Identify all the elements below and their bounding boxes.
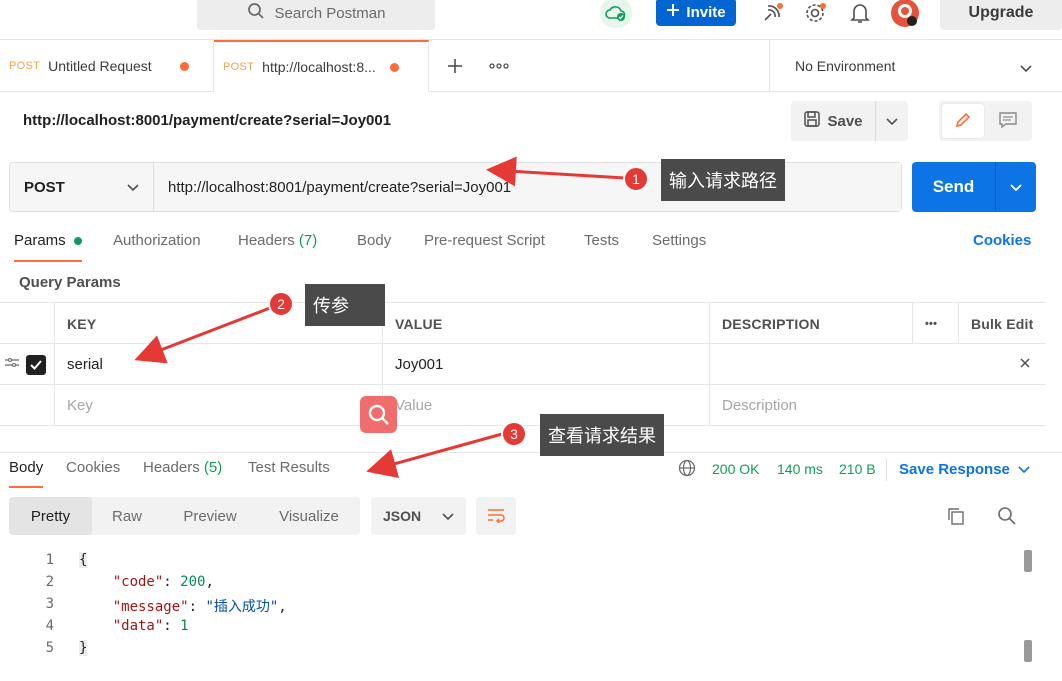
annotation-number-1: 1 xyxy=(623,166,649,192)
annotation-number-2: 2 xyxy=(268,291,294,317)
annotation-arrow-3 xyxy=(366,432,503,479)
annotation-number-3: 3 xyxy=(501,421,527,447)
annotation-label-3: 查看请求结果 xyxy=(540,414,664,456)
annotation-arrows xyxy=(134,156,626,479)
annotation-arrow-1 xyxy=(486,156,626,187)
annotation-label-1: 输入请求路径 xyxy=(661,159,785,201)
annotation-label-2: 传参 xyxy=(305,284,385,326)
annotation-arrow-2 xyxy=(134,306,271,364)
